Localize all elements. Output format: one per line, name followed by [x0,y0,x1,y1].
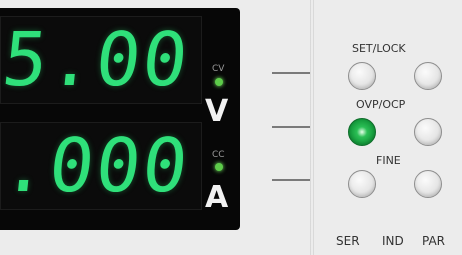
current-digits: .000 [0,123,194,209]
mode-label-par: PAR [422,234,446,248]
current-readout: .000 [0,122,202,210]
cv-label: CV [212,64,225,74]
cc-label: CC [212,150,225,160]
cv-indicator-led [215,78,223,86]
cc-indicator-led [215,163,223,171]
indicator-line [272,179,312,181]
indicator-line [272,72,312,74]
voltage-unit: V [205,94,229,129]
panel-divider [310,0,314,255]
power-supply-front-panel: 5.00 .000 CV V CC A SET/LOCK OVP/OCP FIN… [0,0,462,255]
current-unit: A [205,180,229,215]
voltage-digits: 5.00 [0,17,194,103]
mode-label-ind: IND [382,234,404,248]
lock-button[interactable] [414,62,442,90]
fine-right-button[interactable] [414,170,442,198]
display-window: 5.00 .000 CV V CC A [0,8,240,230]
set-lock-label: SET/LOCK [352,42,406,55]
ovp-ocp-label: OVP/OCP [356,98,406,111]
voltage-readout: 5.00 [0,16,202,104]
set-button[interactable] [348,62,376,90]
fine-label: FINE [376,154,401,167]
indicator-line [272,126,312,128]
mode-label-ser: SER [336,234,360,248]
fine-left-button[interactable] [348,170,376,198]
ovp-button-lit[interactable] [348,118,376,146]
ocp-button[interactable] [414,118,442,146]
